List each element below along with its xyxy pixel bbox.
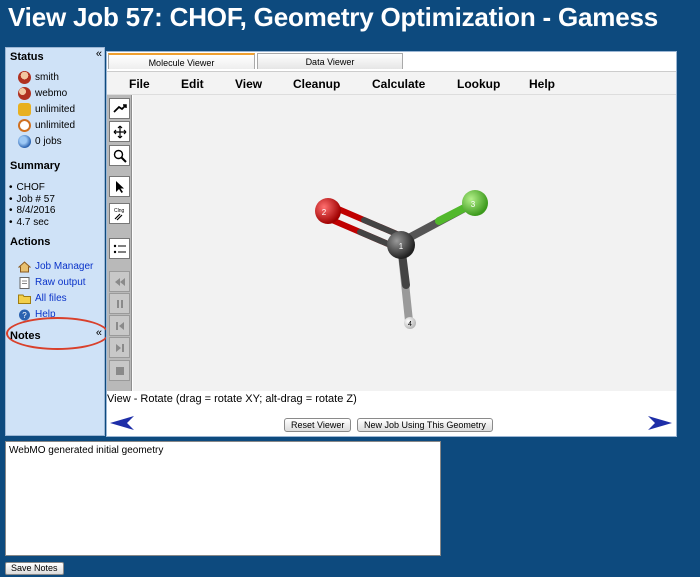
status-clock-label: unlimited [35, 119, 76, 131]
folder-icon [18, 293, 31, 305]
status-group: webmo [18, 86, 67, 100]
status-heading: Status [10, 51, 44, 63]
viewer-mode-status: View - Rotate (drag = rotate XY; alt-dra… [107, 393, 357, 405]
status-cpu-label: unlimited [35, 103, 76, 115]
menu-cleanup[interactable]: Cleanup [293, 77, 340, 91]
atom-label-1: 1 [399, 242, 404, 251]
menu-edit[interactable]: Edit [181, 77, 204, 91]
summary-heading: Summary [10, 160, 61, 172]
menu-view[interactable]: View [235, 77, 262, 91]
menu-calculate[interactable]: Calculate [372, 77, 425, 91]
tab-molecule-viewer[interactable]: Molecule Viewer [108, 53, 255, 69]
action-raw-output[interactable]: Raw output [18, 275, 86, 290]
user-icon [18, 70, 31, 84]
stop-icon[interactable] [109, 360, 130, 381]
status-jobs-label: 0 jobs [35, 135, 62, 147]
status-jobs: 0 jobs [18, 134, 62, 148]
status-group-label: webmo [35, 87, 68, 99]
menu-file[interactable]: File [129, 77, 150, 91]
raw-output-link[interactable]: Raw output [35, 277, 86, 288]
summary-item: 8/4/2016 [9, 205, 56, 217]
molecule-canvas[interactable]: 1 2 3 4 [133, 95, 676, 391]
molecule-3d-view: 1 2 3 4 [315, 190, 488, 329]
menu-lookup[interactable]: Lookup [457, 77, 500, 91]
home-icon [17, 260, 32, 273]
summary-item: 4.7 sec [9, 217, 55, 229]
document-icon [18, 276, 31, 289]
action-all-files[interactable]: All files [18, 291, 67, 306]
clean-icon[interactable]: Clng [109, 203, 130, 224]
translate-icon[interactable] [109, 121, 130, 142]
status-clock: unlimited [18, 118, 75, 132]
svg-text:?: ? [22, 311, 27, 320]
reset-viewer-button[interactable]: Reset Viewer [284, 418, 352, 432]
actions-heading: Actions [10, 236, 51, 248]
page-title: View Job 57: CHOF, Geometry Optimization… [8, 2, 659, 32]
previous-arrow-icon[interactable] [109, 415, 135, 436]
group-icon [18, 86, 31, 100]
save-notes-button[interactable]: Save Notes [5, 562, 64, 575]
clock-icon [18, 118, 31, 132]
action-job-manager[interactable]: Job Manager [17, 259, 93, 274]
rewind-icon[interactable] [109, 271, 130, 292]
job-manager-link[interactable]: Job Manager [35, 261, 93, 272]
rotate-icon[interactable] [109, 98, 130, 119]
select-arrow-icon[interactable] [109, 176, 130, 197]
next-arrow-icon[interactable] [647, 415, 673, 436]
expand-notes-icon[interactable]: « [96, 328, 102, 339]
atom-label-2: 2 [322, 208, 327, 217]
notes-heading: Notes [10, 330, 41, 342]
step-back-icon[interactable] [109, 315, 130, 336]
notes-textarea[interactable]: WebMO generated initial geometry [5, 441, 441, 556]
atom-label-4: 4 [408, 321, 412, 328]
list-icon[interactable] [109, 238, 130, 259]
status-cpu-time: unlimited [18, 102, 75, 116]
atom-oxygen [315, 198, 341, 224]
menu-help[interactable]: Help [529, 77, 555, 91]
svg-text:Clng: Clng [114, 208, 125, 214]
all-files-link[interactable]: All files [35, 293, 67, 304]
summary-item: CHOF [9, 182, 55, 194]
jobs-icon [18, 134, 31, 148]
viewer-panel: Molecule Viewer Data Viewer File Edit Vi… [106, 51, 677, 437]
step-forward-icon[interactable] [109, 337, 130, 358]
new-job-geometry-button[interactable]: New Job Using This Geometry [357, 418, 493, 432]
left-sidebar: « Status smith webmo unlimited unlimited… [5, 47, 109, 436]
status-user-label: smith [35, 71, 59, 83]
pause-icon[interactable] [109, 293, 130, 314]
summary-list: CHOF Job # 57 8/4/2016 4.7 sec [9, 182, 56, 229]
summary-item: Job # 57 [9, 194, 55, 206]
tool-palette: Clng [107, 95, 132, 391]
collapse-sidebar-icon[interactable]: « [96, 49, 102, 60]
zoom-icon[interactable] [109, 145, 130, 166]
tab-data-viewer[interactable]: Data Viewer [257, 53, 403, 69]
menu-bar: File Edit View Cleanup Calculate Lookup … [107, 71, 676, 95]
status-user: smith [18, 70, 59, 84]
atom-label-3: 3 [471, 200, 476, 209]
cpu-time-icon [18, 102, 31, 116]
